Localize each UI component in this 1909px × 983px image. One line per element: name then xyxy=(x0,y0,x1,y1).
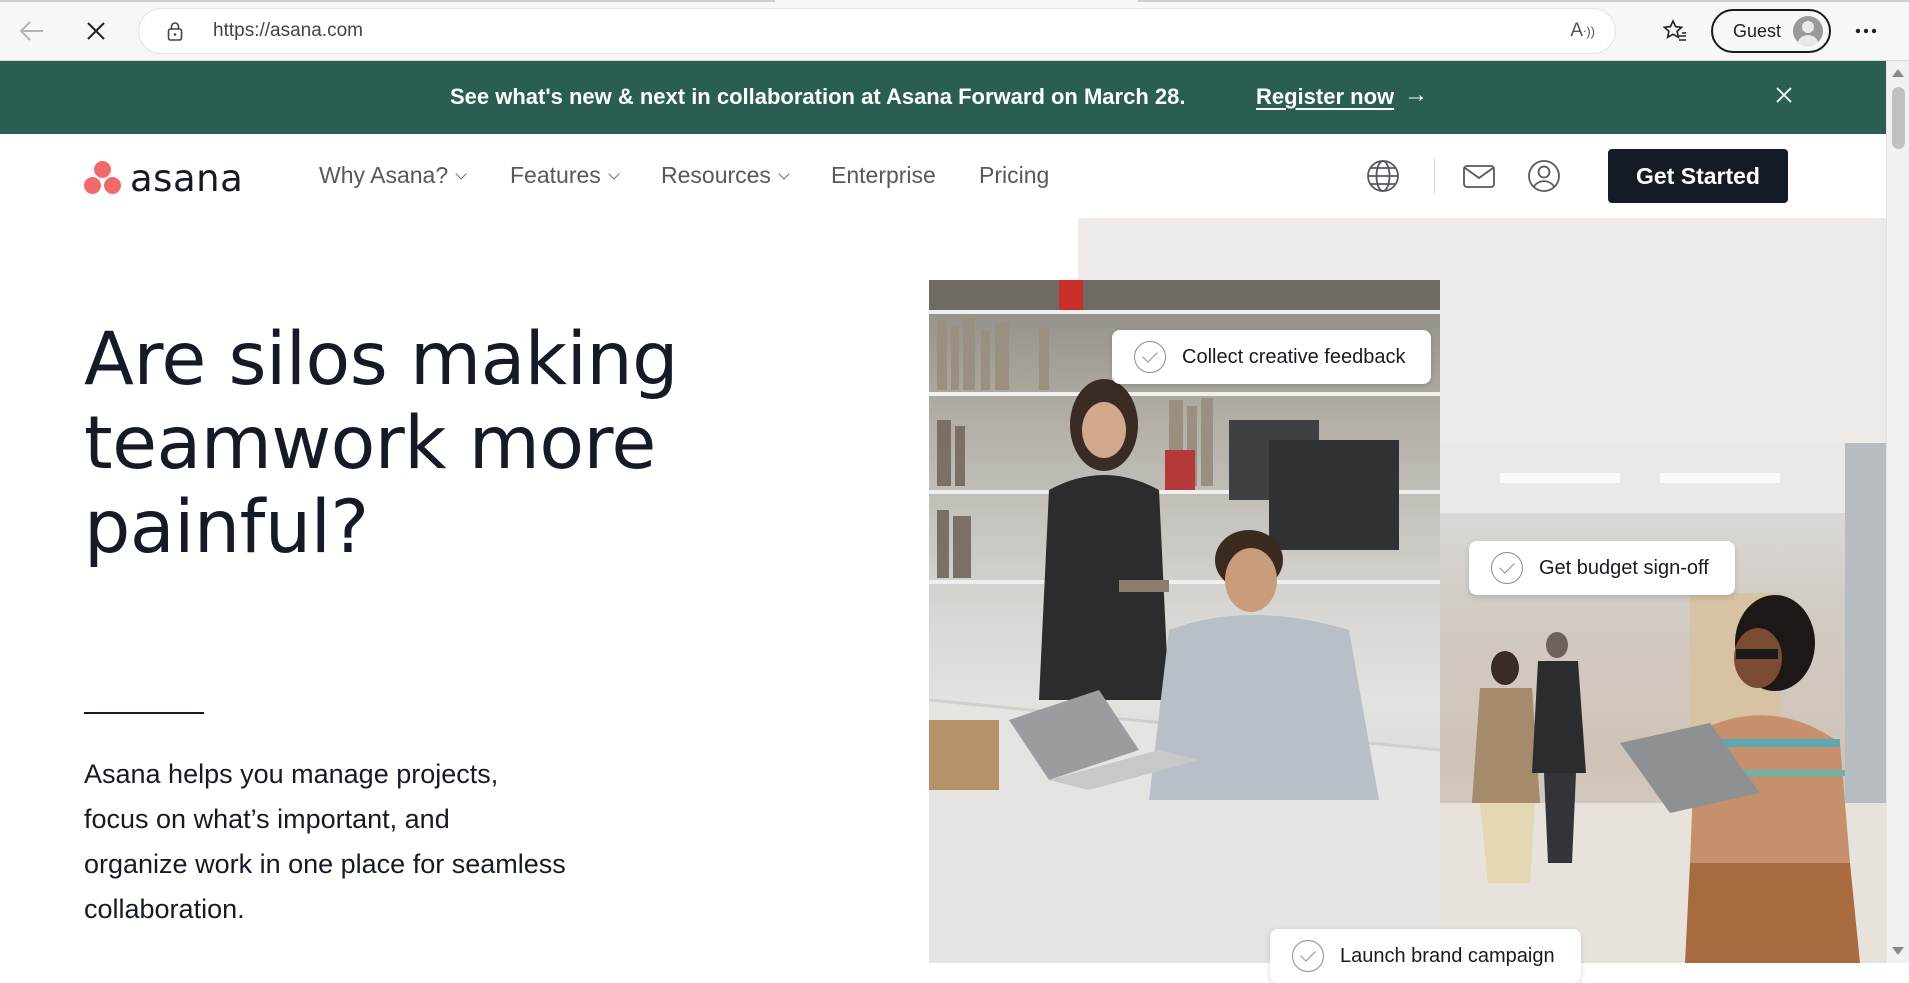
nav-item-label: Features xyxy=(510,162,601,188)
back-arrow-icon xyxy=(19,21,43,41)
hero-subtext: Asana helps you manage projects, focus o… xyxy=(84,752,644,932)
nav-pricing[interactable]: Pricing xyxy=(979,162,1049,189)
account-icon[interactable] xyxy=(1526,158,1562,194)
close-icon xyxy=(87,22,105,40)
more-options-button[interactable] xyxy=(1846,11,1886,51)
page-scrollbar[interactable] xyxy=(1886,61,1909,963)
checkmark-circle-icon[interactable] xyxy=(1134,341,1166,373)
headline-line: painful? xyxy=(84,485,369,570)
chevron-down-icon xyxy=(455,167,467,180)
studio-illustration xyxy=(1440,443,1886,963)
chevron-down-icon xyxy=(608,167,620,180)
logo-wordmark: asana xyxy=(130,156,244,200)
favorites-button[interactable] xyxy=(1655,11,1695,51)
hero-divider xyxy=(84,712,204,714)
mail-icon[interactable] xyxy=(1461,158,1497,194)
browser-toolbar: https://asana.com Aᐧ)) Guest xyxy=(0,0,1909,61)
nav-features[interactable]: Features xyxy=(510,162,620,189)
asana-logo-mark-icon xyxy=(84,161,122,195)
checkmark-circle-icon[interactable] xyxy=(1491,552,1523,584)
subtext-line: organize work in one place for seamless xyxy=(84,849,566,879)
stop-loading-button[interactable] xyxy=(76,11,116,51)
banner-close-button[interactable] xyxy=(1764,75,1804,115)
nav-why-asana[interactable]: Why Asana? xyxy=(319,162,467,189)
task-card: Get budget sign-off xyxy=(1469,541,1735,595)
url-text: https://asana.com xyxy=(213,20,363,41)
nav-enterprise[interactable]: Enterprise xyxy=(831,162,936,189)
headline-line: teamwork more xyxy=(84,401,656,486)
subtext-line: focus on what’s important, and xyxy=(84,804,450,834)
profile-label: Guest xyxy=(1733,20,1782,41)
subtext-line: collaboration. xyxy=(84,894,245,924)
hero-headline: Are silos making teamwork more painful? xyxy=(84,318,784,570)
arrow-right-icon[interactable]: → xyxy=(1404,81,1428,109)
read-aloud-icon[interactable]: Aᐧ)) xyxy=(1570,20,1595,42)
subtext-line: Asana helps you manage projects, xyxy=(84,759,499,789)
nav-item-label: Why Asana? xyxy=(319,162,449,188)
checkmark-circle-icon[interactable] xyxy=(1292,940,1324,972)
site-navigation: asana Why Asana? Features Resources Ente… xyxy=(0,134,1886,218)
lock-icon xyxy=(167,22,183,41)
person-icon xyxy=(1797,21,1819,46)
task-label: Collect creative feedback xyxy=(1182,345,1406,368)
tab-strip-edge xyxy=(1138,0,1909,2)
profile-button[interactable]: Guest xyxy=(1711,9,1831,53)
nav-item-label: Enterprise xyxy=(831,162,936,188)
close-icon xyxy=(1776,87,1792,103)
scroll-down-arrow-icon[interactable] xyxy=(1892,947,1904,955)
nav-item-label: Resources xyxy=(661,162,771,188)
task-label: Launch brand campaign xyxy=(1340,944,1555,967)
scroll-up-arrow-icon[interactable] xyxy=(1892,69,1904,77)
task-label: Get budget sign-off xyxy=(1539,556,1709,579)
more-dots-icon xyxy=(1855,28,1877,34)
nav-resources[interactable]: Resources xyxy=(661,162,790,189)
task-card: Launch brand campaign xyxy=(1270,929,1581,983)
avatar xyxy=(1793,16,1823,46)
task-card: Collect creative feedback xyxy=(1112,330,1432,384)
asana-logo[interactable]: asana xyxy=(84,157,243,200)
headline-line: Are silos making xyxy=(84,317,678,402)
address-bar[interactable]: https://asana.com Aᐧ)) xyxy=(138,8,1616,54)
nav-divider xyxy=(1434,158,1435,194)
scrollbar-thumb[interactable] xyxy=(1892,87,1905,149)
tab-strip-edge xyxy=(0,0,775,2)
register-now-link[interactable]: Register now xyxy=(1256,84,1394,110)
favorites-star-icon xyxy=(1662,19,1686,41)
get-started-button[interactable]: Get Started xyxy=(1608,149,1788,203)
chevron-down-icon xyxy=(778,167,790,180)
banner-text: See what's new & next in collaboration a… xyxy=(450,84,1186,109)
back-button[interactable] xyxy=(12,11,52,51)
nav-item-label: Pricing xyxy=(979,162,1050,188)
announcement-banner: See what's new & next in collaboration a… xyxy=(0,61,1886,134)
globe-icon[interactable] xyxy=(1365,158,1401,194)
hero-photo-studio xyxy=(1440,443,1886,963)
